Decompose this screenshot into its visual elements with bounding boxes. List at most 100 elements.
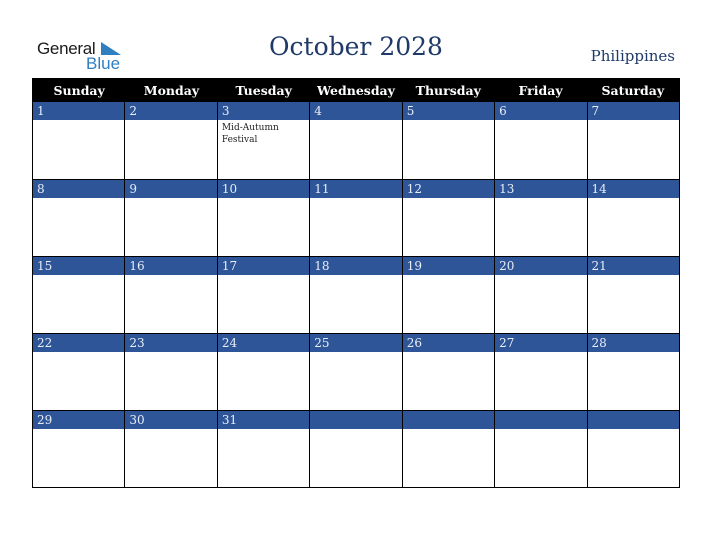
day-number: 7	[587, 102, 679, 120]
day-cell[interactable]: 27	[494, 334, 587, 410]
day-number: 6	[495, 102, 587, 120]
day-number: 17	[217, 257, 310, 275]
day-number: 24	[217, 334, 310, 352]
day-cell[interactable]: 5	[401, 102, 495, 179]
day-number: 19	[402, 257, 495, 275]
day-events	[403, 275, 494, 333]
day-number: 15	[33, 257, 125, 275]
day-events	[495, 120, 586, 179]
day-events: Mid-Autumn Festival	[221, 123, 279, 145]
day-cell[interactable]: 26	[401, 334, 495, 410]
day-cell[interactable]: 14	[586, 180, 679, 256]
day-events	[218, 198, 309, 256]
day-cell[interactable]: 15	[33, 257, 125, 333]
day-cell[interactable]: 21	[586, 257, 679, 333]
day-events	[588, 352, 679, 410]
day-number: 1	[33, 102, 125, 120]
day-number: 14	[587, 180, 679, 198]
day-cell[interactable]: 9	[124, 180, 217, 256]
day-number: 29	[33, 411, 125, 429]
day-number: 8	[33, 180, 125, 198]
day-number: 31	[217, 411, 310, 429]
day-cell[interactable]: 10	[216, 180, 310, 256]
day-events	[403, 352, 494, 410]
day-number: 18	[310, 257, 402, 275]
day-events	[33, 429, 124, 487]
day-number: 5	[402, 102, 495, 120]
day-events	[495, 275, 586, 333]
day-cell[interactable]: 3 Mid-Autumn Festival	[216, 102, 310, 179]
day-number: 26	[402, 334, 495, 352]
day-number: 27	[495, 334, 587, 352]
weekday-sunday: Sunday	[53, 83, 105, 98]
day-cell[interactable]: 1	[33, 102, 125, 179]
day-events	[495, 352, 586, 410]
day-events	[495, 198, 586, 256]
day-cell[interactable]: 28	[586, 334, 679, 410]
day-cell[interactable]: 22	[33, 334, 125, 410]
day-cell[interactable]: 20	[494, 257, 587, 333]
day-events	[495, 429, 586, 487]
day-cell[interactable]: 16	[124, 257, 217, 333]
day-cell[interactable]: 2	[124, 102, 217, 179]
day-events	[33, 198, 124, 256]
weekday-monday: Monday	[143, 83, 200, 98]
day-number	[587, 411, 679, 429]
day-cell[interactable]: 11	[309, 180, 402, 256]
day-events	[403, 120, 494, 179]
day-number: 22	[33, 334, 125, 352]
country-label: Philippines	[590, 47, 675, 65]
day-number: 10	[217, 180, 310, 198]
weekday-tuesday: Tuesday	[235, 83, 292, 98]
day-events	[33, 275, 124, 333]
day-cell[interactable]: 18	[309, 257, 402, 333]
day-cell[interactable]: 19	[401, 257, 495, 333]
week-row: 1 2 3 Mid-Autumn Festival 4 5 6 7	[33, 102, 679, 179]
day-events	[218, 429, 309, 487]
day-number: 28	[587, 334, 679, 352]
day-cell[interactable]	[586, 411, 679, 487]
day-cell[interactable]: 23	[124, 334, 217, 410]
weekday-saturday: Saturday	[601, 83, 665, 98]
day-number: 13	[495, 180, 587, 198]
day-events	[125, 429, 216, 487]
day-cell[interactable]: 24	[216, 334, 310, 410]
day-events	[125, 198, 216, 256]
day-cell[interactable]: 7	[586, 102, 679, 179]
day-number: 3	[217, 102, 310, 120]
day-events	[403, 198, 494, 256]
day-cell[interactable]: 13	[494, 180, 587, 256]
day-number	[495, 411, 587, 429]
day-events	[588, 429, 679, 487]
day-cell[interactable]: 6	[494, 102, 587, 179]
day-number: 4	[310, 102, 402, 120]
day-cell[interactable]: 12	[401, 180, 495, 256]
weekday-header: Sunday Monday Tuesday Wednesday Thursday…	[33, 79, 679, 102]
day-events	[125, 275, 216, 333]
day-cell[interactable]	[401, 411, 495, 487]
day-events	[125, 352, 216, 410]
day-number: 11	[310, 180, 402, 198]
week-row: 22 23 24 25 26 27 28	[33, 333, 679, 410]
day-events	[310, 352, 401, 410]
day-events	[403, 429, 494, 487]
day-events	[588, 275, 679, 333]
day-events	[33, 352, 124, 410]
day-number: 12	[402, 180, 495, 198]
day-cell[interactable]: 17	[216, 257, 310, 333]
day-cell[interactable]: 4	[309, 102, 402, 179]
day-cell[interactable]	[309, 411, 402, 487]
weekday-friday: Friday	[518, 83, 563, 98]
day-cell[interactable]: 31	[216, 411, 310, 487]
week-row: 8 9 10 11 12 13 14	[33, 179, 679, 256]
day-cell[interactable]: 30	[124, 411, 217, 487]
day-events	[310, 275, 401, 333]
day-cell[interactable]	[494, 411, 587, 487]
day-cell[interactable]: 25	[309, 334, 402, 410]
day-cell[interactable]: 8	[33, 180, 125, 256]
day-events	[33, 120, 124, 179]
day-events	[218, 352, 309, 410]
day-events	[125, 120, 216, 179]
day-number: 20	[495, 257, 587, 275]
day-cell[interactable]: 29	[33, 411, 125, 487]
